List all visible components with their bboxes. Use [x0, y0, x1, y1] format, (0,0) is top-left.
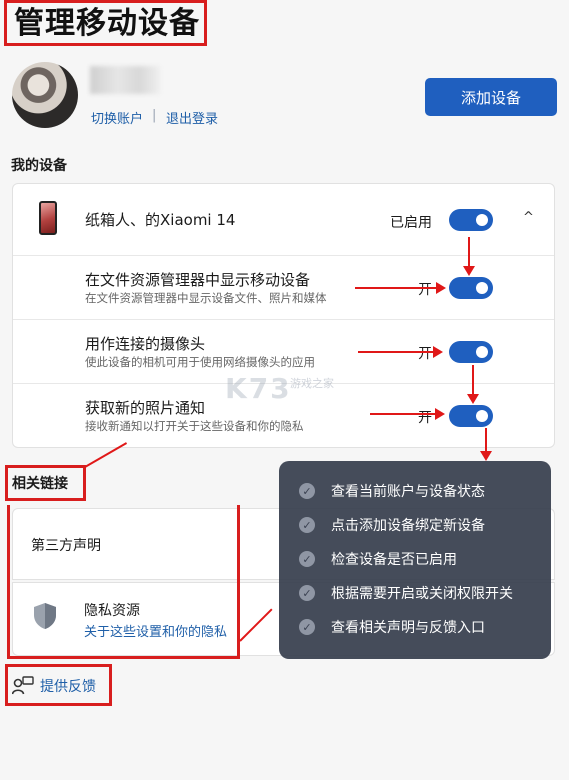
device-status-label: 已启用 — [390, 215, 432, 231]
connected-camera-toggle[interactable] — [449, 341, 493, 363]
annotation-arrow-head — [480, 451, 492, 461]
add-device-button[interactable]: 添加设备 — [425, 78, 557, 116]
photo-notifications-toggle[interactable] — [449, 405, 493, 427]
setting-title-connected-camera: 用作连接的摄像头 — [85, 335, 206, 353]
check-icon: ✓ — [299, 619, 315, 635]
switch-account-link[interactable]: 切换账户 — [91, 108, 143, 127]
phone-icon — [39, 201, 57, 235]
overlay-item: ✓ 查看相关声明与反馈入口 — [299, 617, 485, 637]
divider — [13, 255, 554, 256]
device-enable-toggle[interactable] — [449, 209, 493, 231]
setting-state-label: 开 — [418, 282, 432, 298]
check-icon: ✓ — [299, 551, 315, 567]
annotation-arrow-head — [436, 282, 446, 294]
feedback-highlight-box — [5, 664, 112, 706]
setting-desc-connected-camera: 使此设备的相机可用于使用网络摄像头的应用 — [85, 355, 315, 369]
my-devices-heading: 我的设备 — [11, 158, 67, 174]
annotation-arrow-head — [433, 346, 443, 358]
show-in-explorer-toggle[interactable] — [449, 277, 493, 299]
setting-desc-photo-notifications: 接收新通知以打开关于这些设备和你的隐私 — [85, 419, 304, 433]
logout-link[interactable]: 退出登录 — [166, 108, 218, 127]
setting-state-label: 开 — [418, 410, 432, 426]
setting-state-label: 开 — [418, 346, 432, 362]
watermark-sub: 游戏之家 — [290, 377, 334, 390]
watermark: K73 — [225, 372, 292, 405]
links-highlight-box — [7, 505, 240, 659]
device-card: 纸箱人、的Xiaomi 14 已启用 ^ 在文件资源管理器中显示移动设备 在文件… — [12, 183, 555, 448]
annotation-arrow — [370, 413, 436, 415]
annotation-arrow-head — [467, 394, 479, 404]
tips-overlay: ✓ 查看当前账户与设备状态 ✓ 点击添加设备绑定新设备 ✓ 检查设备是否已启用 ✓ 根据… — [279, 461, 551, 659]
annotation-arrow — [358, 351, 434, 353]
overlay-item-text: 点击添加设备绑定新设备 — [331, 518, 485, 534]
chevron-up-icon[interactable]: ^ — [523, 210, 534, 225]
overlay-item-text: 查看相关声明与反馈入口 — [331, 620, 485, 636]
check-icon: ✓ — [299, 585, 315, 601]
annotation-arrow — [468, 237, 470, 267]
setting-desc-show-in-explorer: 在文件资源管理器中显示设备文件、照片和媒体 — [85, 291, 327, 305]
overlay-item-text: 根据需要开启或关闭权限开关 — [331, 586, 513, 602]
check-icon: ✓ — [299, 483, 315, 499]
overlay-item: ✓ 检查设备是否已启用 — [299, 549, 457, 569]
annotation-arrow-head — [463, 266, 475, 276]
overlay-item: ✓ 点击添加设备绑定新设备 — [299, 515, 485, 535]
overlay-item-text: 查看当前账户与设备状态 — [331, 484, 485, 500]
overlay-item: ✓ 查看当前账户与设备状态 — [299, 481, 485, 501]
annotation-arrow — [472, 365, 474, 395]
link-separator: | — [152, 108, 157, 123]
user-name-blurred — [90, 66, 160, 94]
avatar — [12, 62, 78, 128]
divider — [13, 319, 554, 320]
overlay-item: ✓ 根据需要开启或关闭权限开关 — [299, 583, 513, 603]
check-icon: ✓ — [299, 517, 315, 533]
overlay-item-text: 检查设备是否已启用 — [331, 552, 457, 568]
related-highlight-box — [5, 465, 86, 501]
setting-title-photo-notifications: 获取新的照片通知 — [85, 399, 206, 417]
annotation-arrow — [355, 287, 437, 289]
device-name: 纸箱人、的Xiaomi 14 — [85, 211, 236, 229]
title-highlight-box — [4, 0, 207, 46]
setting-title-show-in-explorer: 在文件资源管理器中显示移动设备 — [85, 271, 311, 289]
annotation-arrow-head — [435, 408, 445, 420]
annotation-arrow — [485, 428, 487, 452]
